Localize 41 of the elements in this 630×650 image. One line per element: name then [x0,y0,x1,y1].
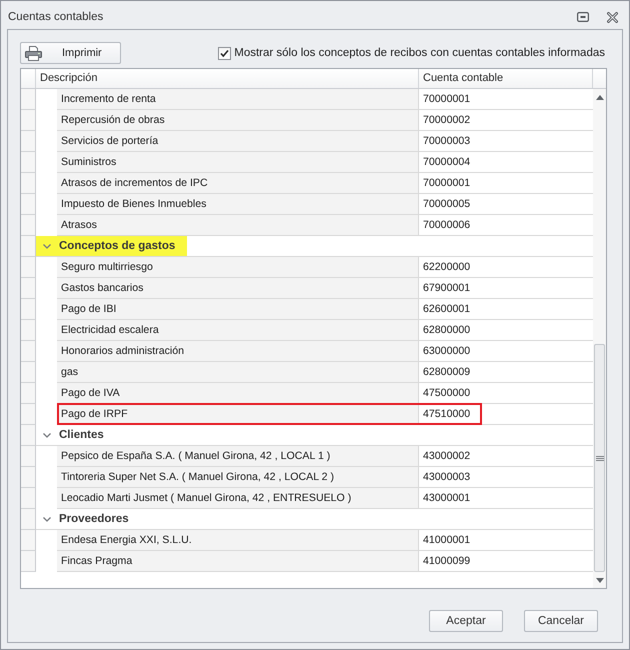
table-cell: gas [57,362,419,383]
chevron-down-icon[interactable] [42,432,50,438]
table-cell: Pago de IBI [57,299,419,320]
scroll-down-arrow-icon[interactable] [596,578,604,582]
table-cell: Endesa Energia XXI, S.L.U. [57,530,419,551]
scrollbar-thumb[interactable] [594,344,605,572]
scroll-up-arrow-icon[interactable] [596,94,604,100]
column-header[interactable]: Cuenta contable [419,69,593,88]
table-cell: Suministros [57,152,419,173]
chevron-down-icon[interactable] [42,244,50,248]
table-cell: Electricidad escalera [57,320,419,341]
group-label: Proveedores [58,513,129,525]
table-cell: Repercusión de obras [57,110,419,131]
print-button[interactable]: Imprimir [20,42,121,64]
close-icon[interactable] [607,12,618,22]
table-cell: Atrasos de incrementos de IPC [57,173,419,194]
group-label: Conceptos de gastos [58,240,176,252]
group-label: Clientes [58,429,104,441]
group-row[interactable]: Conceptos de gastos [36,236,593,257]
table-cell: Fincas Pragma [57,551,419,572]
table-cell: Atrasos [57,215,419,236]
checkbox[interactable] [218,46,232,60]
window-title: Cuentas contables [8,11,104,23]
table-cell: Honorarios administración [57,341,419,362]
table-cell: Tintoreria Super Net S.A. ( Manuel Girona, 42 , LOCAL 2 ) [57,467,419,488]
table-cell: Servicios de portería [57,131,419,152]
checkbox-label[interactable]: Mostrar sólo los conceptos de recibos con cuentas contables informadas [234,47,605,59]
dialog-button[interactable]: Cancelar [524,610,598,632]
table-cell: Impuesto de Bienes Inmuebles [57,194,419,215]
dialog-button[interactable]: Aceptar [429,610,503,632]
table-cell: Seguro multirriesgo [57,257,419,278]
window-icon[interactable] [577,12,589,22]
table-cell: Leocadio Marti Jusmet ( Manuel Girona, 42 , ENTRESUELO ) [57,488,419,509]
table-cell: Gastos bancarios [57,278,419,299]
table-cell: Pepsico de España S.A. ( Manuel Girona, 42 , LOCAL 1 ) [57,446,419,467]
grip-icon [596,456,604,460]
printer-icon [25,46,42,60]
column-header[interactable]: Descripción [36,69,419,88]
table-cell: Incremento de renta [57,89,419,110]
table-cell: Pago de IVA [57,383,419,404]
chevron-down-icon[interactable] [42,516,50,522]
